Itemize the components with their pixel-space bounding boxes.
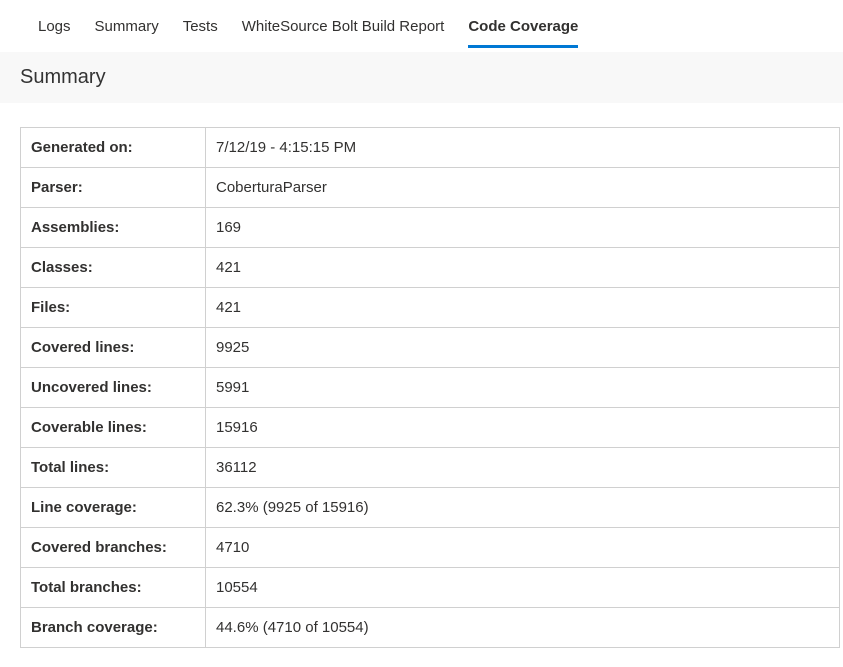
row-label: Total branches: bbox=[21, 568, 206, 608]
table-row: Total lines: 36112 bbox=[21, 448, 840, 488]
coverage-summary-table: Generated on: 7/12/19 - 4:15:15 PM Parse… bbox=[20, 127, 840, 648]
row-label: Total lines: bbox=[21, 448, 206, 488]
table-row: Files: 421 bbox=[21, 288, 840, 328]
table-row: Uncovered lines: 5991 bbox=[21, 368, 840, 408]
table-row: Parser: CoberturaParser bbox=[21, 168, 840, 208]
row-label: Covered branches: bbox=[21, 528, 206, 568]
row-value: 7/12/19 - 4:15:15 PM bbox=[206, 128, 840, 168]
table-row: Covered branches: 4710 bbox=[21, 528, 840, 568]
row-value: 36112 bbox=[206, 448, 840, 488]
table-row: Classes: 421 bbox=[21, 248, 840, 288]
table-row: Line coverage: 62.3% (9925 of 15916) bbox=[21, 488, 840, 528]
tab-summary[interactable]: Summary bbox=[95, 18, 159, 48]
tab-bar: Logs Summary Tests WhiteSource Bolt Buil… bbox=[0, 0, 843, 48]
row-value: 10554 bbox=[206, 568, 840, 608]
table-row: Branch coverage: 44.6% (4710 of 10554) bbox=[21, 608, 840, 648]
row-label: Covered lines: bbox=[21, 328, 206, 368]
row-label: Files: bbox=[21, 288, 206, 328]
row-value: 421 bbox=[206, 248, 840, 288]
tab-whitesource-report[interactable]: WhiteSource Bolt Build Report bbox=[242, 18, 445, 48]
row-label: Line coverage: bbox=[21, 488, 206, 528]
coverage-summary-table-wrap: Generated on: 7/12/19 - 4:15:15 PM Parse… bbox=[0, 103, 843, 648]
row-value: 169 bbox=[206, 208, 840, 248]
row-label: Uncovered lines: bbox=[21, 368, 206, 408]
row-label: Parser: bbox=[21, 168, 206, 208]
tab-code-coverage[interactable]: Code Coverage bbox=[468, 18, 578, 48]
row-value: 62.3% (9925 of 15916) bbox=[206, 488, 840, 528]
table-row: Total branches: 10554 bbox=[21, 568, 840, 608]
table-row: Covered lines: 9925 bbox=[21, 328, 840, 368]
table-row: Assemblies: 169 bbox=[21, 208, 840, 248]
row-value: 421 bbox=[206, 288, 840, 328]
row-label: Classes: bbox=[21, 248, 206, 288]
table-row: Coverable lines: 15916 bbox=[21, 408, 840, 448]
row-label: Generated on: bbox=[21, 128, 206, 168]
row-value: 5991 bbox=[206, 368, 840, 408]
section-heading: Summary bbox=[0, 52, 843, 103]
table-row: Generated on: 7/12/19 - 4:15:15 PM bbox=[21, 128, 840, 168]
row-value: CoberturaParser bbox=[206, 168, 840, 208]
row-label: Assemblies: bbox=[21, 208, 206, 248]
tab-logs[interactable]: Logs bbox=[38, 18, 71, 48]
row-value: 9925 bbox=[206, 328, 840, 368]
row-label: Branch coverage: bbox=[21, 608, 206, 648]
tab-tests[interactable]: Tests bbox=[183, 18, 218, 48]
row-value: 44.6% (4710 of 10554) bbox=[206, 608, 840, 648]
row-value: 4710 bbox=[206, 528, 840, 568]
row-value: 15916 bbox=[206, 408, 840, 448]
row-label: Coverable lines: bbox=[21, 408, 206, 448]
